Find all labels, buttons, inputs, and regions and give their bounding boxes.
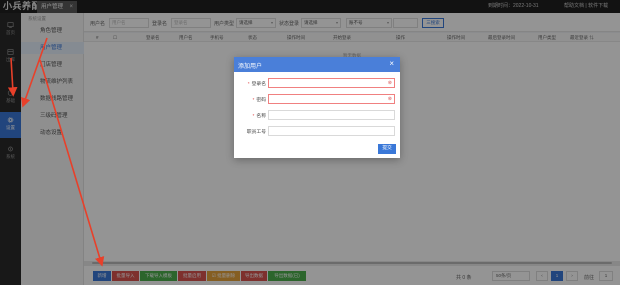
display-name-label-text: 名称 — [256, 114, 266, 119]
login-name-label: * 登录名 — [247, 82, 266, 87]
close-icon[interactable]: × — [389, 59, 394, 69]
clear-icon[interactable]: ⊗ — [388, 80, 392, 87]
submit-button[interactable]: 提交 — [378, 144, 396, 154]
password-label: * 密码 — [252, 98, 266, 103]
clear-icon[interactable]: ⊗ — [388, 96, 392, 103]
password-label-text: 密码 — [256, 98, 266, 103]
dialog-title: 添加用户 — [238, 64, 263, 70]
login-name-label-text: 登录名 — [251, 82, 266, 87]
login-name-input[interactable]: ⊗ — [268, 78, 395, 88]
add-user-dialog: 添加用户 × * 登录名 ⊗ * 密码 ⊗ * 名称 职员工号 提交 — [234, 57, 400, 158]
staff-number-label: 职员工号 — [246, 130, 266, 135]
password-input[interactable]: ⊗ — [268, 94, 395, 104]
display-name-input[interactable] — [268, 110, 395, 120]
staff-number-input[interactable] — [268, 126, 395, 136]
display-name-label: * 名称 — [252, 114, 266, 119]
dialog-header: 添加用户 × — [234, 57, 400, 72]
